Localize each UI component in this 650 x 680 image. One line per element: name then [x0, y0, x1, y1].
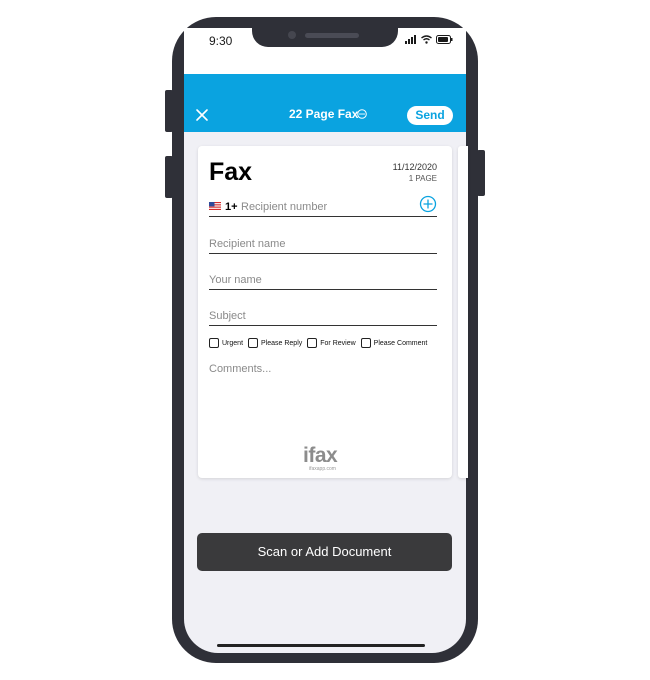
- checkbox-please-comment[interactable]: Please Comment: [360, 338, 428, 348]
- checkbox-label: For Review: [320, 339, 356, 347]
- comments-field[interactable]: Comments...: [209, 363, 271, 375]
- logo-url: ifaxapp.com: [309, 466, 336, 472]
- add-recipient-icon[interactable]: [419, 195, 437, 213]
- recipient-number-field[interactable]: 1+ Recipient number: [209, 198, 437, 217]
- fax-heading: Fax: [209, 158, 253, 186]
- checkbox-box[interactable]: [248, 338, 259, 348]
- recipient-name-placeholder: Recipient name: [209, 238, 286, 250]
- side-button: [165, 90, 173, 132]
- your-name-field[interactable]: Your name: [209, 271, 437, 290]
- notch: [252, 17, 398, 47]
- signal-icon: [405, 35, 416, 44]
- recipient-number-placeholder: Recipient number: [241, 201, 328, 213]
- subject-placeholder: Subject: [209, 310, 246, 322]
- page-title: 22 Page Fax: [289, 107, 359, 121]
- checkbox-label: Please Reply: [261, 339, 303, 347]
- next-page-card[interactable]: [458, 146, 468, 478]
- fax-date: 11/12/2020: [392, 162, 437, 172]
- country-code: 1+: [225, 201, 238, 213]
- side-button: [165, 156, 173, 198]
- send-button[interactable]: Send: [407, 106, 453, 125]
- your-name-placeholder: Your name: [209, 274, 262, 286]
- checkbox-for-review[interactable]: For Review: [307, 338, 356, 348]
- checkbox-label: Urgent: [222, 339, 244, 347]
- checkbox-urgent[interactable]: Urgent: [209, 338, 243, 348]
- wifi-icon: [421, 35, 432, 44]
- recipient-name-field[interactable]: Recipient name: [209, 235, 437, 254]
- priority-checkboxes: Urgent Please Reply For Review Please Co…: [209, 338, 427, 348]
- subject-field[interactable]: Subject: [209, 307, 437, 326]
- us-flag-icon: [209, 202, 221, 210]
- earpiece-speaker: [305, 33, 359, 38]
- status-time: 9:30: [209, 34, 233, 48]
- ifax-logo: ifax: [303, 444, 338, 467]
- checkbox-label: Please Comment: [373, 339, 428, 347]
- front-camera: [288, 31, 296, 39]
- checkbox-box[interactable]: [307, 338, 318, 348]
- scan-or-add-document-button[interactable]: Scan or Add Document: [197, 533, 452, 571]
- checkbox-box[interactable]: [209, 338, 219, 348]
- battery-icon: [436, 35, 453, 44]
- status-icons: [405, 35, 453, 44]
- more-icon[interactable]: [357, 109, 367, 119]
- side-button: [477, 150, 485, 196]
- home-indicator[interactable]: [217, 644, 425, 647]
- checkbox-please-reply[interactable]: Please Reply: [248, 338, 302, 348]
- close-icon[interactable]: [194, 107, 210, 123]
- page-count: 1 PAGE: [408, 174, 437, 183]
- checkbox-box[interactable]: [360, 338, 371, 348]
